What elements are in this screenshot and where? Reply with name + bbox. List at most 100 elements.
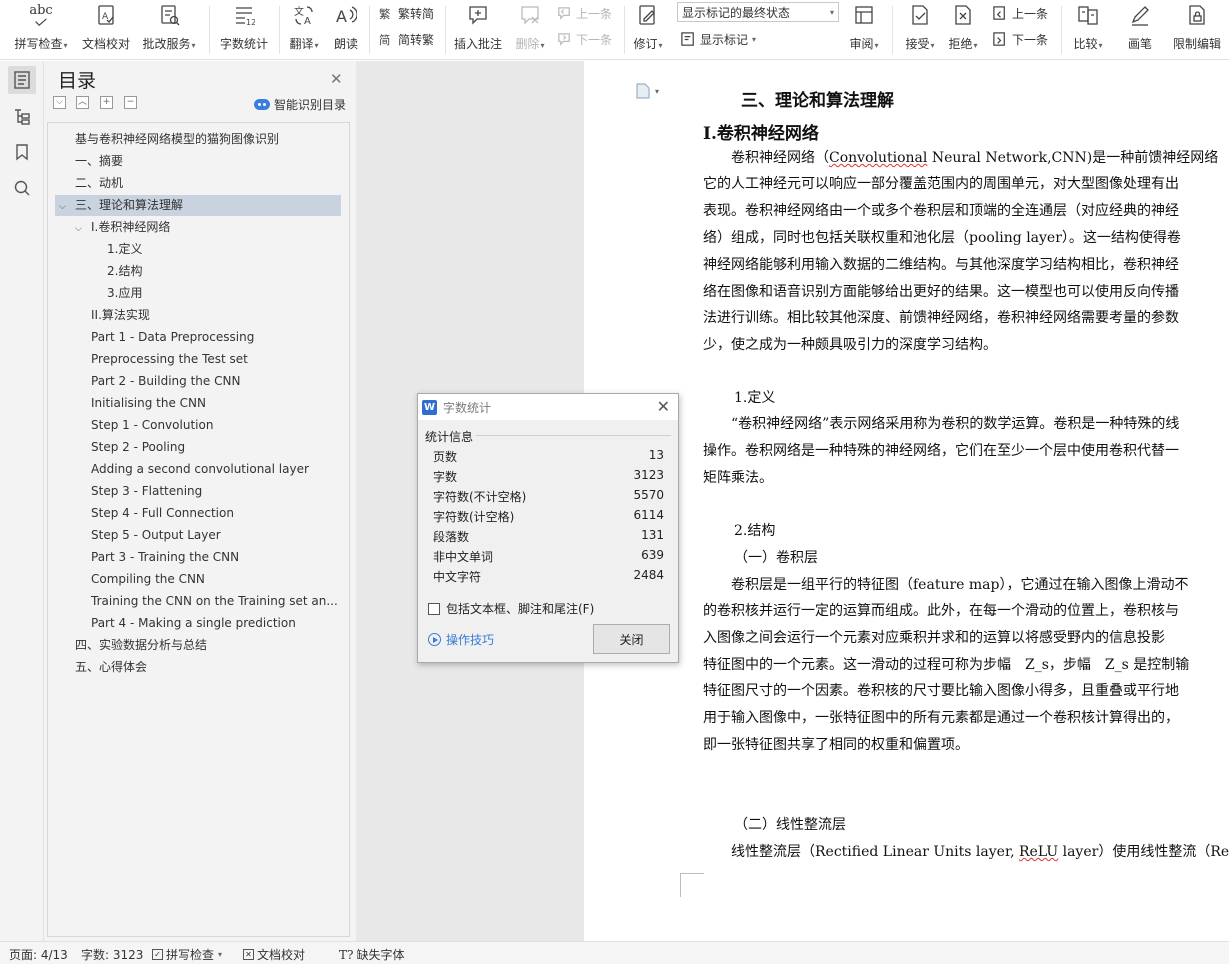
search-tab[interactable] [8,174,36,202]
toc-item[interactable]: II.算法实现 [55,305,341,326]
stat-label: 段落数 [433,530,470,544]
toc-item[interactable]: 一、摘要 [55,151,341,172]
chevron-down-icon[interactable]: ⌵ [75,219,87,238]
toc-item[interactable]: Adding a second convolutional layer [55,459,341,480]
outline-tab[interactable] [8,102,36,130]
toc-item[interactable]: Part 4 - Making a single prediction [55,613,341,634]
compare-label: 比较 [1073,37,1098,51]
toc-item[interactable]: 2.结构 [55,261,341,282]
accept-label: 接受 [905,37,930,51]
read-aloud-button[interactable]: A 朗读 [330,2,362,56]
toc-item[interactable]: Step 3 - Flattening [55,481,341,502]
next-comment-button[interactable]: 下一条 [556,28,612,50]
wps-logo-icon: W [422,399,437,415]
ribbon-separator [892,6,893,54]
toc-item[interactable]: 二、动机 [55,173,341,194]
next-change-button[interactable]: 下一条 [992,28,1048,50]
close-icon[interactable]: ✕ [330,70,343,88]
paragraph-line: 卷积层是一组平行的特征图（feature map），它通过在输入图像上滑动不 [703,577,1189,593]
play-icon [428,633,441,646]
word-count-button[interactable]: 123 字数统计 [218,2,270,56]
add-heading-icon[interactable]: + [100,96,113,109]
toc-item[interactable]: Part 1 - Data Preprocessing [55,327,341,348]
prev-comment-button[interactable]: 上一条 [556,2,612,24]
text-run: Neural Network,CNN)是一种前馈神经网络 [927,150,1219,166]
toc-tab[interactable] [8,66,36,94]
spell-check-status[interactable]: ✓ 拼写检查 ▾ [152,946,222,963]
toc-item[interactable]: 1.定义 [55,239,341,260]
review-pane-button[interactable]: 审阅▾ [846,2,882,56]
toc-item[interactable]: 3.应用 [55,283,341,304]
toc-item[interactable]: Step 2 - Pooling [55,437,341,458]
missing-font-status[interactable]: T? 缺失字体 [339,946,404,963]
expand-up-icon[interactable]: ︿ [76,96,89,109]
doc-proof-status[interactable]: ✕ 文档校对 [243,946,305,963]
track-changes-button[interactable]: 修订▾ [630,2,666,56]
dialog-titlebar[interactable]: W 字数统计 [418,394,678,420]
doc-proof-icon: A [94,2,118,28]
stat-label: 字符数(计空格) [433,510,515,524]
insert-comment-button[interactable]: 插入批注 [452,2,504,56]
delete-comment-button[interactable]: 删除▾ [510,2,550,56]
toc-item[interactable]: Part 3 - Training the CNN [55,547,341,568]
misspelled-word[interactable]: Convolutional [829,150,927,166]
toc-item[interactable]: Training the CNN on the Training set an.… [55,591,341,612]
toc-item-label: Step 1 - Convolution [91,418,214,432]
toc-item[interactable]: Part 2 - Building the CNN [55,371,341,392]
misspelled-word[interactable]: ReLU [1019,844,1058,860]
smart-toc-button[interactable]: 智能识别目录 [254,96,346,113]
chevron-down-icon[interactable]: ⌵ [59,197,71,216]
tips-link[interactable]: 操作技巧 [428,631,494,648]
page-format-button[interactable]: ▾ [636,83,659,99]
toc-item-label: Part 1 - Data Preprocessing [91,330,255,344]
checkbox-box[interactable] [428,602,440,615]
toc-item[interactable]: Step 5 - Output Layer [55,525,341,546]
document-page[interactable]: ▾ 三、理论和算法理解 I.卷积神经网络 卷积神经网络（Convolutiona… [584,61,1229,941]
toc-item[interactable]: Step 4 - Full Connection [55,503,341,524]
simp-to-trad-button[interactable]: 简 简转繁 [378,28,434,50]
remove-heading-icon[interactable]: − [124,96,137,109]
next-comment-label: 下一条 [576,32,613,47]
include-textbox-checkbox[interactable]: 包括文本框、脚注和尾注(F) [428,600,594,617]
toc-item[interactable]: 五、心得体会 [55,657,341,678]
collapse-all-icon[interactable]: ⌵ [53,96,66,109]
reject-button[interactable]: 拒绝▾ [945,2,981,56]
toc-item[interactable]: 基与卷积神经网络模型的猫狗图像识别 [55,129,341,150]
spell-check-icon: abc [29,2,53,28]
missing-font-label: 缺失字体 [356,948,405,962]
bookmark-tab[interactable] [8,138,36,166]
word-count-indicator[interactable]: 字数: 3123 [81,946,143,963]
close-icon[interactable]: ✕ [657,397,670,416]
trad-to-simp-button[interactable]: 繁 繁转简 [378,2,434,24]
ink-button[interactable]: 画笔 [1122,2,1158,56]
compare-icon [1076,2,1100,28]
toc-item[interactable]: ⌵ I.卷积神经网络 [55,217,341,238]
toc-panel: 目录 ✕ ⌵ ︿ + − 智能识别目录 基与卷积神经网络模型的猫狗图像识别 一、… [44,61,356,941]
toc-item-selected[interactable]: ⌵ 三、理论和算法理解 [55,195,341,216]
proof-icon: ✕ [243,949,254,960]
accept-button[interactable]: 接受▾ [902,2,938,56]
restrict-edit-button[interactable]: 限制编辑 [1168,2,1226,56]
translate-button[interactable]: 文A 翻译▾ [286,2,322,56]
markup-mode-select[interactable]: 显示标记的最终状态 ▾ [677,2,839,22]
stat-row: 页数 13 [433,448,664,468]
toc-item[interactable]: Compiling the CNN [55,569,341,590]
toc-item[interactable]: Initialising the CNN [55,393,341,414]
toc-list: 基与卷积神经网络模型的猫狗图像识别 一、摘要 二、动机 ⌵ 三、理论和算法理解 ⌵… [47,122,350,937]
toc-item[interactable]: 四、实验数据分析与总结 [55,635,341,656]
compare-button[interactable]: 比较▾ [1070,2,1106,56]
toc-item[interactable]: Step 1 - Convolution [55,415,341,436]
prev-change-button[interactable]: 上一条 [992,2,1048,24]
review-service-button[interactable]: 批改服务▾ [140,2,198,56]
stats-group-label: 统计信息 [425,430,474,444]
close-button[interactable]: 关闭 [593,624,670,654]
page-indicator[interactable]: 页面: 4/13 [9,946,68,963]
stat-label: 字符数(不计空格) [433,490,527,504]
spell-check-status-label: 拼写检查 [166,948,215,962]
doc-proof-button[interactable]: A 文档校对 [80,2,132,56]
paragraph-line: 络在图像和语音识别方面能够给出更好的结果。这一模型也可以使用反向传播 [703,284,1179,300]
toc-item[interactable]: Preprocessing the Test set [55,349,341,370]
word-count-label: 字数统计 [219,37,268,51]
spell-check-button[interactable]: abc 拼写检查▾ [12,2,70,56]
show-markup-button[interactable]: 显示标记 ▾ [680,28,756,50]
